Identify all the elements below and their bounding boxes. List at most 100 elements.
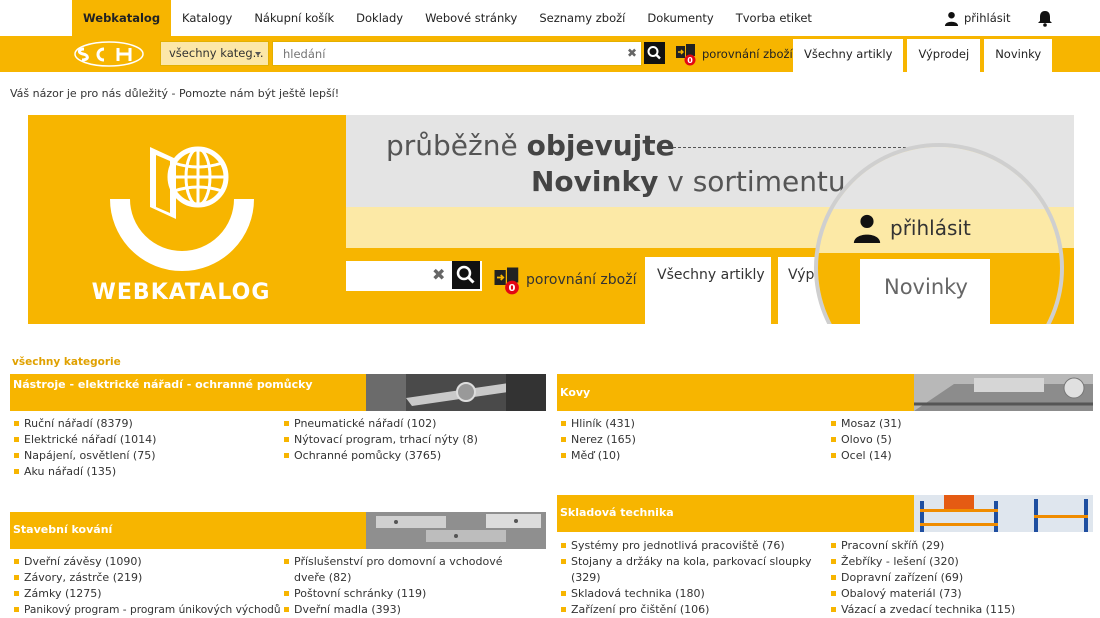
banner-compare-count: 0	[509, 283, 516, 294]
nav-dokumenty[interactable]: Dokumenty	[636, 0, 724, 36]
category-metals-image[interactable]	[914, 374, 1093, 411]
category-storage-list-2: Pracovní skříň (29) Žebříky - lešení (32…	[829, 538, 1093, 618]
subcategory-link[interactable]: Skladová technika (180)	[559, 586, 819, 602]
banner-clear-icon: ✖	[432, 265, 446, 284]
subcategory-link[interactable]: Příslušenství pro domovní a vchodové dve…	[282, 554, 532, 586]
subcategory-link[interactable]: Ruční nářadí (8379)	[12, 416, 272, 432]
subcategory-link[interactable]: Stojany a držáky na kola, parkovací slou…	[559, 554, 819, 586]
bell-icon[interactable]	[1036, 9, 1054, 27]
promo-banner[interactable]: WEBKATALOG průběžně objevujte Novinky v …	[28, 115, 1074, 324]
subcategory-link[interactable]: Aku nářadí (135)	[12, 464, 272, 480]
banner-tab-all: Všechny artikly	[645, 257, 771, 324]
nav-webkatalog[interactable]: Webkatalog	[72, 0, 172, 36]
tab-vyprodej[interactable]: Výprodej	[907, 39, 981, 72]
category-hardware-header[interactable]: Stavební kování	[10, 512, 366, 549]
compare-icon: 0	[676, 44, 696, 66]
tab-novinky[interactable]: Novinky	[984, 39, 1053, 72]
category-metals-list-1: Hliník (431) Nerez (165) Měď (10)	[559, 416, 819, 464]
magnifier-tab-novinky: Novinky	[860, 259, 990, 324]
subcategory-link[interactable]: Elektrické nářadí (1014)	[12, 432, 272, 448]
subcategory-link[interactable]: Nýtovací program, trhací nýty (8)	[282, 432, 546, 448]
nav-nakupni-kosik[interactable]: Nákupní košík	[243, 0, 345, 36]
category-select[interactable]: všechny kateg...	[160, 41, 269, 66]
magnifier-login-label: přihlásit	[890, 216, 971, 240]
search-input[interactable]	[272, 41, 642, 66]
subcategory-link[interactable]: Žebříky - lešení (320)	[829, 554, 1093, 570]
banner-headline-2-bold: Novinky	[531, 165, 659, 198]
clear-icon[interactable]: ✖	[627, 46, 637, 60]
top-navigation: Webkatalog Katalogy Nákupní košík Doklad…	[0, 0, 1100, 36]
category-storage-list-1: Systémy pro jednotlivá pracoviště (76) S…	[559, 538, 819, 618]
subcategory-link[interactable]: Obalový materiál (73)	[829, 586, 1093, 602]
category-hardware-image[interactable]	[366, 512, 546, 549]
category-select-value: všechny kateg...	[169, 46, 264, 60]
main-menu: Webkatalog Katalogy Nákupní košík Doklad…	[72, 0, 823, 36]
banner-logo-panel: WEBKATALOG	[28, 115, 346, 324]
sch-logo[interactable]	[74, 41, 144, 67]
nav-seznamy-zbozi[interactable]: Seznamy zboží	[528, 0, 636, 36]
subcategory-link[interactable]: Ochranné pomůcky (3765)	[282, 448, 546, 464]
subcategory-link[interactable]: Dopravní zařízení (69)	[829, 570, 1093, 586]
search-icon	[647, 46, 661, 60]
nav-webove-stranky[interactable]: Webové stránky	[414, 0, 528, 36]
subcategory-link[interactable]: Dveřní závěsy (1090)	[12, 554, 274, 570]
subcategory-link[interactable]: Mosaz (31)	[829, 416, 1093, 432]
banner-headline-1: průběžně objevujte	[386, 129, 675, 162]
subcategory-link[interactable]: Ocel (14)	[829, 448, 1093, 464]
category-hardware-list-1: Dveřní závěsy (1090) Závory, zástrče (21…	[12, 554, 281, 618]
subcategory-link[interactable]: Hliník (431)	[559, 416, 819, 432]
category-storage-header[interactable]: Skladová technika	[557, 495, 914, 532]
webkatalog-logo	[110, 146, 254, 271]
chevron-down-icon	[255, 52, 261, 56]
nav-tvorba-etiket[interactable]: Tvorba etiket	[725, 0, 823, 36]
search-button[interactable]	[644, 42, 665, 64]
banner-search-button	[452, 261, 480, 289]
login-link[interactable]: přihlásit	[944, 0, 1010, 36]
subcategory-link[interactable]: Panikový program - program únikových výc…	[12, 602, 281, 618]
banner-headline-1-normal: průběžně	[386, 129, 527, 162]
nav-doklady[interactable]: Doklady	[345, 0, 414, 36]
subcategory-link[interactable]: Nerez (165)	[559, 432, 819, 448]
compare-label: porovnání zboží	[702, 47, 793, 61]
category-tools-image[interactable]	[366, 374, 546, 411]
banner-wordmark: WEBKATALOG	[91, 280, 271, 305]
category-metals-list-2: Mosaz (31) Olovo (5) Ocel (14)	[829, 416, 1093, 464]
compare-products-link[interactable]: 0 porovnání zboží	[674, 41, 793, 67]
login-label: přihlásit	[964, 11, 1011, 25]
subcategory-link[interactable]: Systémy pro jednotlivá pracoviště (76)	[559, 538, 819, 554]
category-metals-header[interactable]: Kovy	[557, 374, 914, 411]
magnifier-login: přihlásit	[852, 213, 971, 243]
search-icon	[456, 265, 475, 284]
product-tabs: Všechny artikly Výprodej Novinky	[793, 39, 1053, 72]
subcategory-link[interactable]: Měď (10)	[559, 448, 819, 464]
subcategory-link[interactable]: Zařízení pro čištění (106)	[559, 602, 819, 618]
category-tools-list-2: Pneumatické nářadí (102) Nýtovací progra…	[282, 416, 546, 464]
subcategory-link[interactable]: Dveřní madla (393)	[282, 602, 532, 618]
category-storage-image[interactable]	[914, 495, 1093, 532]
subcategory-link[interactable]: Vázací a zvedací technika (115)	[829, 602, 1093, 618]
compare-icon: 0	[494, 267, 519, 295]
subcategory-link[interactable]: Zámky (1275)	[12, 586, 274, 602]
feedback-link[interactable]: Váš názor je pro nás důležitý - Pomozte …	[10, 87, 339, 100]
tab-vsechny-artikly[interactable]: Všechny artikly	[793, 39, 904, 72]
category-tools-list-1: Ruční nářadí (8379) Elektrické nářadí (1…	[12, 416, 272, 480]
subcategory-link[interactable]: Pneumatické nářadí (102)	[282, 416, 546, 432]
banner-compare-label: porovnání zboží	[526, 272, 637, 288]
all-categories-link[interactable]: všechny kategorie	[12, 356, 121, 368]
nav-katalogy[interactable]: Katalogy	[171, 0, 243, 36]
user-icon	[853, 214, 881, 243]
banner-magnifier: přihlásit Novinky	[814, 143, 1064, 324]
magnifier-gray-area	[818, 147, 1060, 209]
compare-count: 0	[687, 56, 693, 65]
banner-headline-1-bold: objevujte	[526, 129, 675, 162]
subcategory-link[interactable]: Závory, zástrče (219)	[12, 570, 274, 586]
user-icon	[944, 11, 959, 26]
subcategory-link[interactable]: Pracovní skříň (29)	[829, 538, 1093, 554]
category-tools-header[interactable]: Nástroje - elektrické nářadí - ochranné …	[10, 374, 366, 411]
category-hardware-list-2: Příslušenství pro domovní a vchodové dve…	[282, 554, 532, 618]
subcategory-link[interactable]: Napájení, osvětlení (75)	[12, 448, 272, 464]
subcategory-link[interactable]: Poštovní schránky (119)	[282, 586, 532, 602]
banner-headline-2: Novinky v sortimentu	[531, 165, 846, 198]
subcategory-link[interactable]: Olovo (5)	[829, 432, 1093, 448]
banner-compare: 0 porovnání zboží	[492, 265, 636, 295]
